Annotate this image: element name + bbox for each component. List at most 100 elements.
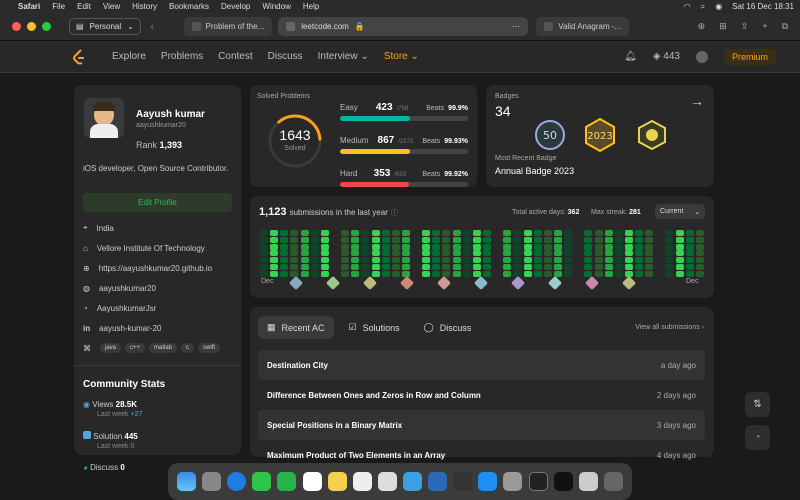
- heatmap-cell[interactable]: [422, 270, 431, 277]
- heatmap-cell[interactable]: [341, 230, 350, 236]
- heatmap-cell[interactable]: [604, 257, 613, 264]
- new-tab-icon[interactable]: +: [762, 21, 767, 32]
- heatmap-cell[interactable]: [472, 264, 481, 270]
- heatmap-cell[interactable]: [513, 236, 522, 243]
- nav-discuss[interactable]: Discuss: [268, 51, 303, 62]
- preview-icon[interactable]: [403, 472, 423, 491]
- heatmap-cell[interactable]: [523, 250, 532, 257]
- heatmap-cell[interactable]: [270, 264, 279, 270]
- heatmap-cell[interactable]: [260, 243, 268, 250]
- heatmap-cell[interactable]: [604, 236, 613, 243]
- heatmap-cell[interactable]: [260, 270, 268, 277]
- heatmap-cell[interactable]: [361, 257, 370, 264]
- heatmap-cell[interactable]: [533, 270, 542, 277]
- screen-icon[interactable]: [578, 472, 598, 491]
- heatmap-cell[interactable]: [320, 250, 329, 257]
- heatmap-cell[interactable]: [604, 270, 613, 277]
- heatmap-cell[interactable]: [594, 243, 603, 250]
- skill-tag[interactable]: c++: [125, 343, 146, 353]
- download-icon[interactable]: ⊕: [698, 21, 706, 32]
- avatar-icon[interactable]: [695, 50, 708, 63]
- heatmap-cell[interactable]: [635, 250, 644, 257]
- heatmap-cell[interactable]: [401, 264, 410, 270]
- heatmap-cell[interactable]: [503, 270, 512, 277]
- heatmap-cell[interactable]: [695, 270, 704, 277]
- linkedin-link[interactable]: aayush-kumar-20: [99, 324, 161, 333]
- heatmap-cell[interactable]: [452, 236, 461, 243]
- nav-interview[interactable]: Interview ⌄: [318, 51, 369, 62]
- heatmap-cell[interactable]: [564, 257, 573, 264]
- heatmap-cell[interactable]: [422, 230, 431, 236]
- heatmap-cell[interactable]: [371, 264, 380, 270]
- heatmap-cell[interactable]: [432, 230, 441, 236]
- heatmap-cell[interactable]: [533, 243, 542, 250]
- heatmap-cell[interactable]: [675, 236, 684, 243]
- control-center-icon[interactable]: ◉: [715, 2, 722, 11]
- heatmap-cell[interactable]: [503, 257, 512, 264]
- heatmap-cell[interactable]: [695, 236, 704, 243]
- heatmap-cell[interactable]: [624, 250, 633, 257]
- heatmap-cell[interactable]: [341, 243, 350, 250]
- heatmap-cell[interactable]: [564, 264, 573, 270]
- heatmap-cell[interactable]: [341, 250, 350, 257]
- heatmap-cell[interactable]: [280, 257, 289, 264]
- heatmap-cell[interactable]: [442, 264, 451, 270]
- heatmap-cell[interactable]: [543, 250, 552, 257]
- heatmap-cell[interactable]: [675, 243, 684, 250]
- apple-tv-icon[interactable]: [553, 472, 573, 491]
- heatmap-cell[interactable]: [503, 230, 512, 236]
- heatmap-cell[interactable]: [270, 236, 279, 243]
- heatmap-cell[interactable]: [300, 243, 309, 250]
- heatmap-cell[interactable]: [371, 270, 380, 277]
- heatmap-cell[interactable]: [422, 250, 431, 257]
- monthly-badge-icon[interactable]: [325, 275, 341, 291]
- monthly-badge-icon[interactable]: [547, 275, 563, 291]
- heatmap-cell[interactable]: [624, 230, 633, 236]
- heatmap-cell[interactable]: [432, 270, 441, 277]
- heatmap-cell[interactable]: [645, 257, 654, 264]
- heatmap-cell[interactable]: [533, 250, 542, 257]
- heatmap-cell[interactable]: [543, 243, 552, 250]
- heatmap-cell[interactable]: [341, 264, 350, 270]
- heatmap-cell[interactable]: [553, 236, 562, 243]
- heatmap-cell[interactable]: [483, 250, 491, 257]
- heatmap-cell[interactable]: [675, 250, 684, 257]
- heatmap-cell[interactable]: [594, 257, 603, 264]
- heatmap-cell[interactable]: [422, 243, 431, 250]
- search-icon[interactable]: ⌕: [701, 2, 705, 12]
- problem-title[interactable]: Difference Between Ones and Zeros in Row…: [267, 391, 481, 400]
- heatmap-cell[interactable]: [361, 264, 370, 270]
- heatmap-cell[interactable]: [361, 243, 370, 250]
- heatmap-cell[interactable]: [310, 236, 319, 243]
- heatmap-cell[interactable]: [503, 264, 512, 270]
- heatmap-cell[interactable]: [361, 230, 370, 236]
- heatmap-cell[interactable]: [260, 257, 268, 264]
- swap-icon[interactable]: ⇅: [745, 392, 770, 417]
- heatmap-cell[interactable]: [270, 230, 279, 236]
- bell-icon[interactable]: 🔔︎: [624, 51, 637, 62]
- heatmap-cell[interactable]: [624, 243, 633, 250]
- recent-ac-row[interactable]: Special Positions in a Binary Matrix 3 da…: [258, 410, 705, 440]
- menu-help[interactable]: Help: [303, 2, 319, 11]
- heatmap-cell[interactable]: [401, 243, 410, 250]
- textedit-icon[interactable]: [377, 472, 397, 491]
- heatmap-cell[interactable]: [452, 257, 461, 264]
- heatmap-cell[interactable]: [584, 264, 593, 270]
- heatmap-cell[interactable]: [452, 264, 461, 270]
- heatmap-cell[interactable]: [472, 257, 481, 264]
- heatmap-cell[interactable]: [584, 257, 593, 264]
- heatmap-cell[interactable]: [300, 230, 309, 236]
- heatmap-cell[interactable]: [695, 264, 704, 270]
- heatmap-cell[interactable]: [462, 250, 471, 257]
- heatmap-cell[interactable]: [564, 250, 573, 257]
- heatmap-cell[interactable]: [472, 243, 481, 250]
- monthly-badge-icon[interactable]: [399, 275, 415, 291]
- heatmap-cell[interactable]: [624, 236, 633, 243]
- heatmap-cell[interactable]: [614, 270, 623, 277]
- menu-safari[interactable]: Safari: [18, 2, 40, 11]
- heatmap-cell[interactable]: [270, 250, 279, 257]
- heatmap-cell[interactable]: [310, 243, 319, 250]
- heatmap-cell[interactable]: [462, 264, 471, 270]
- extension-icon[interactable]: ⊞: [719, 21, 727, 32]
- heatmap-cell[interactable]: [483, 236, 491, 243]
